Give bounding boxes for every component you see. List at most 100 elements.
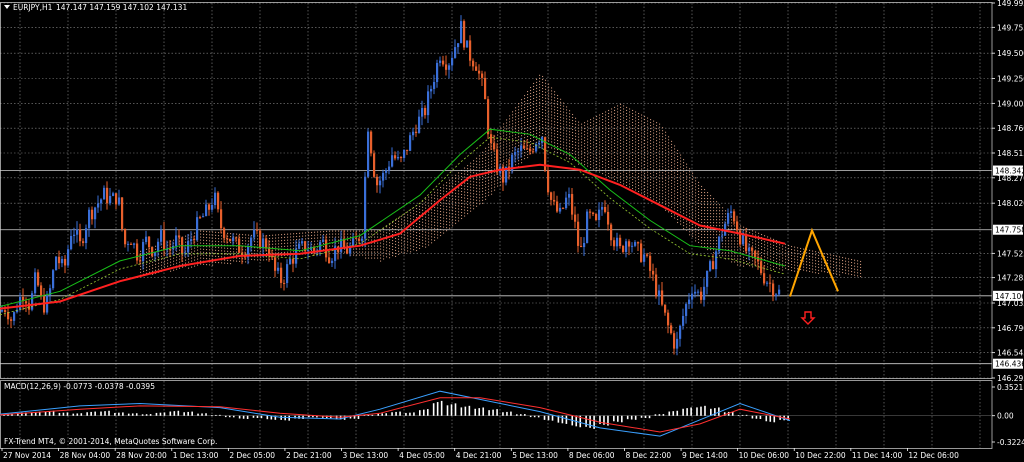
cloud-dot (617, 120, 619, 122)
cloud-dot (815, 272, 817, 274)
cloud-dot (497, 185, 499, 187)
cloud-dot (794, 267, 796, 269)
cloud-dot (218, 235, 220, 237)
cloud-dot (512, 111, 514, 113)
bull-candle (385, 170, 388, 173)
cloud-dot (608, 145, 610, 148)
cloud-dot (467, 204, 469, 206)
cloud-dot (359, 233, 361, 235)
cloud-dot (551, 102, 553, 104)
cloud-dot (704, 215, 706, 218)
bull-candle (379, 180, 382, 186)
bear-candle (58, 256, 61, 264)
bull-candle (412, 131, 415, 136)
cloud-dot (578, 121, 580, 123)
cloud-dot (284, 251, 286, 253)
cloud-dot (701, 239, 703, 242)
cloud-dot (644, 161, 646, 163)
cloud-dot (710, 243, 712, 245)
cloud-dot (551, 123, 553, 125)
cloud-dot (689, 207, 691, 209)
cloud-dot (455, 180, 457, 182)
cloud-dot (530, 98, 532, 101)
cloud-dot (611, 165, 613, 167)
cloud-dot (152, 261, 154, 263)
cloud-dot (638, 178, 640, 181)
cloud-dot (641, 183, 643, 185)
cloud-dot (173, 263, 175, 265)
cloud-dot (410, 233, 412, 235)
cloud-dot (689, 186, 691, 188)
cloud-dot (527, 136, 529, 138)
cloud-dot (593, 162, 595, 164)
cloud-dot (860, 275, 862, 278)
cloud-dot (191, 257, 193, 259)
cloud-dot (764, 250, 766, 252)
time-tick-label: 28 Nov 20:00 (116, 451, 167, 460)
cloud-dot (809, 267, 811, 269)
cloud-dot (491, 160, 493, 162)
cloud-dot (422, 224, 424, 226)
cloud-dot (725, 213, 727, 215)
bull-candle (97, 203, 100, 208)
cloud-dot (425, 222, 427, 224)
cloud-dot (506, 152, 508, 154)
cloud-dot (440, 210, 442, 213)
cloud-dot (623, 135, 625, 137)
bear-candle (763, 273, 766, 284)
cloud-dot (509, 145, 511, 147)
bull-candle (418, 116, 421, 133)
cloud-dot (680, 205, 682, 207)
cloud-dot (503, 123, 505, 125)
price-tag-label: 147.758 (995, 226, 1024, 235)
cloud-dot (671, 182, 673, 184)
cloud-dot (695, 177, 697, 179)
cloud-dot (530, 125, 532, 128)
cloud-dot (536, 78, 538, 80)
cloud-dot (407, 217, 409, 219)
cloud-dot (410, 230, 412, 232)
cloud-dot (404, 234, 406, 236)
cloud-dot (479, 194, 481, 196)
cloud-dot (608, 130, 610, 133)
cloud-dot (485, 168, 487, 170)
time-tick-label: 2 Dec 05:00 (229, 451, 275, 460)
cloud-dot (374, 245, 376, 247)
cloud-dot (725, 237, 727, 239)
cloud-dot (419, 211, 421, 213)
cloud-dot (497, 176, 499, 178)
cloud-dot (569, 116, 571, 118)
cloud-dot (764, 244, 766, 246)
cloud-dot (458, 172, 460, 174)
cloud-dot (401, 215, 403, 217)
cloud-dot (155, 266, 157, 268)
cloud-dot (557, 139, 559, 142)
cloud-dot (647, 123, 649, 125)
cloud-dot (329, 230, 331, 232)
cloud-dot (278, 234, 280, 236)
cloud-dot (776, 252, 778, 254)
cloud-dot (629, 156, 631, 158)
cloud-dot (527, 115, 529, 117)
cloud-dot (824, 268, 826, 270)
cloud-dot (545, 124, 547, 126)
cloud-dot (842, 260, 844, 262)
cloud-dot (635, 189, 637, 191)
cloud-dot (782, 257, 784, 259)
cloud-dot (716, 237, 718, 239)
cloud-dot (602, 166, 604, 169)
cloud-dot (191, 254, 193, 256)
cloud-dot (458, 175, 460, 177)
cloud-dot (713, 213, 715, 215)
cloud-dot (179, 255, 181, 257)
cloud-dot (431, 203, 433, 205)
cloud-dot (674, 205, 676, 207)
cloud-dot (302, 232, 304, 234)
cloud-dot (536, 126, 538, 128)
cloud-dot (656, 197, 658, 199)
cloud-dot (485, 198, 487, 200)
cloud-dot (860, 272, 862, 275)
cloud-dot (641, 153, 643, 155)
cloud-dot (626, 133, 628, 135)
cloud-dot (623, 129, 625, 131)
